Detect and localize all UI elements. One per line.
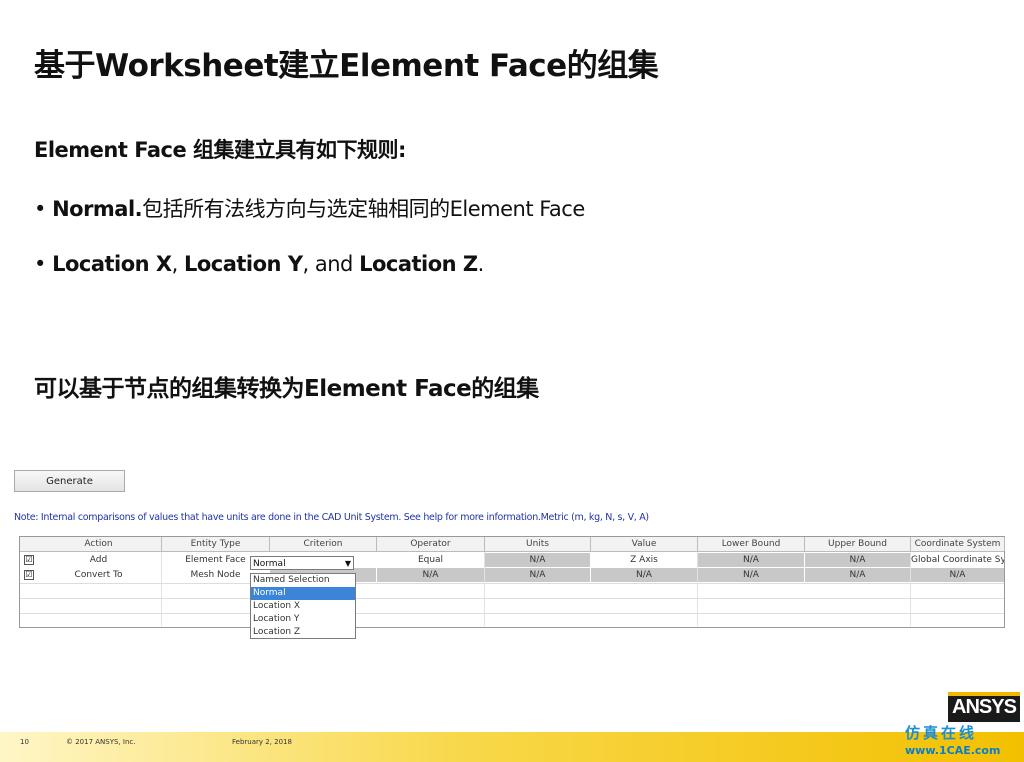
cell-units: N/A — [485, 568, 590, 582]
col-coordinate-system[interactable]: Coordinate System — [911, 537, 1005, 551]
table-row[interactable]: ☑ Add Element Face Equal N/A Z Axis N/A … — [20, 553, 1004, 567]
logo-accent — [948, 692, 1020, 696]
units-note: Note: Internal comparisons of values tha… — [14, 512, 649, 523]
col-operator[interactable]: Operator — [377, 537, 485, 551]
grid-header: Action Entity Type Criterion Operator Un… — [20, 537, 1005, 552]
chevron-down-icon[interactable]: ▼ — [345, 557, 351, 571]
cell-coordinate-system[interactable]: Global Coordinate System — [911, 553, 1004, 567]
loc-x: Location X — [52, 252, 172, 276]
col-entity-type[interactable]: Entity Type — [162, 537, 270, 551]
cell-upper-bound: N/A — [805, 568, 910, 582]
date: February 2, 2018 — [232, 738, 292, 746]
cell-units: N/A — [485, 553, 590, 567]
cell-operator: N/A — [377, 568, 484, 582]
bullet-normal: • Normal.包括所有法线方向与选定轴相同的Element Face — [34, 197, 585, 221]
option-named-selection[interactable]: Named Selection — [251, 574, 355, 587]
sep1: , — [171, 252, 184, 276]
sep2: , and — [302, 252, 360, 276]
worksheet-grid: Action Entity Type Criterion Operator Un… — [19, 536, 1005, 628]
watermark-site-url: www.1CAE.com — [905, 744, 1001, 757]
col-lower-bound[interactable]: Lower Bound — [698, 537, 805, 551]
col-units[interactable]: Units — [485, 537, 591, 551]
row-checkbox[interactable]: ☑ — [24, 570, 34, 580]
cell-value[interactable]: Z Axis — [591, 553, 697, 567]
bullet-normal-term: Normal. — [52, 197, 143, 221]
rules-intro: Element Face 组集建立具有如下规则: — [34, 138, 406, 162]
slide-title: 基于Worksheet建立Element Face的组集 — [34, 48, 659, 84]
col-upper-bound[interactable]: Upper Bound — [805, 537, 911, 551]
watermark-site-cn: 仿真在线 — [905, 724, 978, 742]
sep3: . — [477, 252, 485, 276]
col-value[interactable]: Value — [591, 537, 698, 551]
copyright: © 2017 ANSYS, Inc. — [66, 738, 136, 746]
criterion-select[interactable]: Normal ▼ — [250, 556, 354, 570]
cell-operator[interactable]: Equal — [377, 553, 484, 567]
conversion-subtitle: 可以基于节点的组集转换为Element Face的组集 — [34, 376, 539, 402]
page-number: 10 — [20, 738, 29, 746]
option-location-z[interactable]: Location Z — [251, 626, 355, 639]
row-divider — [20, 613, 1004, 614]
col-divider — [484, 552, 485, 626]
cell-lower-bound: N/A — [698, 553, 804, 567]
ansys-logo: ANSYS — [948, 692, 1020, 722]
cell-action[interactable]: Add — [36, 553, 161, 567]
col-divider — [697, 552, 698, 626]
row-checkbox[interactable]: ☑ — [24, 555, 34, 565]
cell-lower-bound: N/A — [698, 568, 804, 582]
row-divider — [20, 598, 1004, 599]
cell-upper-bound: N/A — [805, 553, 910, 567]
option-location-x[interactable]: Location X — [251, 600, 355, 613]
cell-action[interactable]: Convert To — [36, 568, 161, 582]
col-criterion[interactable]: Criterion — [270, 537, 377, 551]
bullet-normal-text: 包括所有法线方向与选定轴相同的Element Face — [142, 197, 585, 221]
bullet-location: • Location X, Location Y, and Location Z… — [34, 252, 484, 276]
generate-button[interactable]: Generate — [14, 470, 125, 492]
option-location-y[interactable]: Location Y — [251, 613, 355, 626]
col-divider — [161, 552, 162, 626]
criterion-dropdown-list: Named Selection Normal Location X Locati… — [250, 573, 356, 639]
cell-coordinate-system: N/A — [911, 568, 1004, 582]
cell-value: N/A — [591, 568, 697, 582]
loc-z: Location Z — [359, 252, 478, 276]
table-row[interactable]: ☑ Convert To Mesh Node N/A N/A N/A N/A N… — [20, 568, 1004, 582]
row-divider — [20, 583, 1004, 584]
criterion-select-value: Normal — [253, 559, 286, 569]
footer-bar — [0, 732, 1024, 762]
col-divider — [910, 552, 911, 626]
loc-y: Location Y — [183, 252, 303, 276]
option-normal[interactable]: Normal — [251, 587, 355, 600]
col-action[interactable]: Action — [36, 537, 162, 551]
